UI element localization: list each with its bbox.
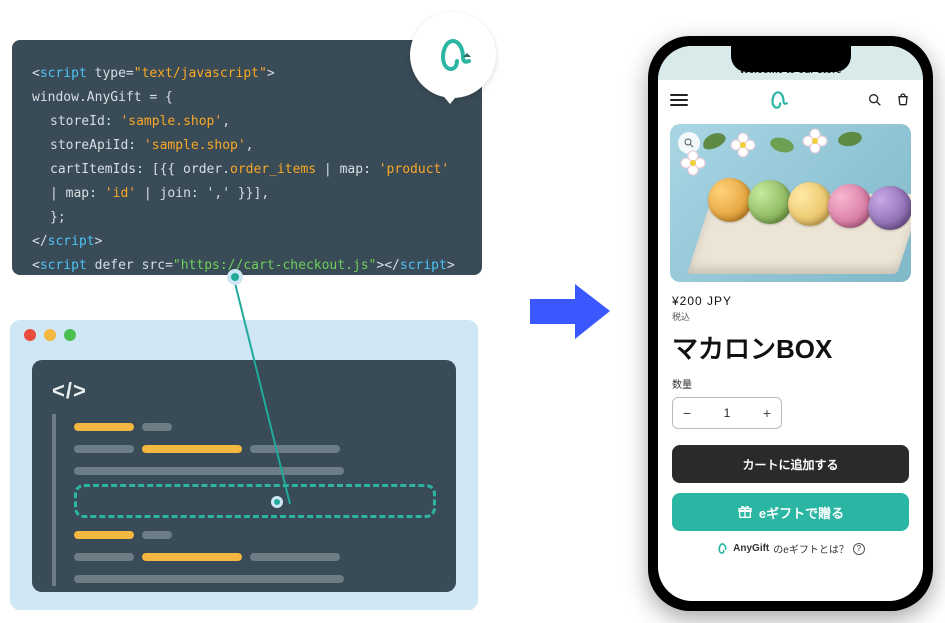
product-name: マカロンBOX <box>672 329 909 366</box>
egift-button[interactable]: eギフトで贈る <box>672 493 909 531</box>
window-controls <box>10 320 478 350</box>
code-icon: </> <box>52 378 436 404</box>
window-max-dot <box>64 329 76 341</box>
cart-icon[interactable] <box>895 92 911 108</box>
phone-notch <box>731 46 851 72</box>
connector-source-dot <box>227 269 243 285</box>
connector-target-dot <box>271 496 283 508</box>
code-snippet: <script type="text/javascript"> window.A… <box>12 40 482 275</box>
anygift-logo-icon <box>433 35 473 75</box>
editor-window: </> <box>10 320 478 610</box>
store-logo-icon <box>767 89 789 111</box>
qty-value: 1 <box>724 406 731 420</box>
anygift-logo-bubble <box>410 12 496 98</box>
arrow-icon <box>530 284 610 339</box>
gift-icon <box>737 504 753 520</box>
code-line-8: <script defer src="https://cart-checkout… <box>32 254 462 278</box>
egift-label: eギフトで贈る <box>759 503 844 522</box>
anygift-helper-link[interactable]: AnyGift のeギフトとは？ ? <box>658 541 923 556</box>
code-line-6: }; <box>32 206 462 230</box>
add-to-cart-button[interactable]: カートに追加する <box>672 445 909 483</box>
helper-text: のeギフトとは？ <box>773 541 849 556</box>
helper-brand: AnyGift <box>733 543 769 554</box>
code-line-5: cartItemIds: [{{ order.order_items | map… <box>32 158 462 206</box>
qty-increase[interactable]: + <box>763 405 771 421</box>
insertion-slot <box>74 484 436 518</box>
product-price: ¥200 JPY <box>672 294 909 308</box>
code-line-7: </script> <box>32 230 462 254</box>
store-topbar <box>658 80 923 120</box>
editor-body: </> <box>32 360 456 592</box>
code-line-3: storeId: 'sample.shop', <box>32 110 462 134</box>
code-line-1: <script type="text/javascript"> <box>32 62 462 86</box>
window-close-dot <box>24 329 36 341</box>
editor-lines <box>52 414 436 586</box>
anygift-mini-icon <box>716 542 729 555</box>
quantity-label: 数量 <box>672 376 909 391</box>
product-info: ¥200 JPY 税込 マカロンBOX 数量 − 1 + <box>658 290 923 429</box>
search-icon[interactable] <box>867 92 883 108</box>
product-image[interactable] <box>670 124 911 282</box>
add-to-cart-label: カートに追加する <box>742 456 838 473</box>
code-line-4: storeApiId: 'sample.shop', <box>32 134 462 158</box>
quantity-stepper[interactable]: − 1 + <box>672 397 782 429</box>
phone-mockup: Welcome to our store <box>648 36 933 611</box>
qty-decrease[interactable]: − <box>683 405 691 421</box>
tax-label: 税込 <box>672 310 909 323</box>
phone-screen: Welcome to our store <box>658 46 923 601</box>
window-min-dot <box>44 329 56 341</box>
help-icon: ? <box>853 543 865 555</box>
menu-icon[interactable] <box>670 94 688 106</box>
code-line-2: window.AnyGift = { <box>32 86 462 110</box>
